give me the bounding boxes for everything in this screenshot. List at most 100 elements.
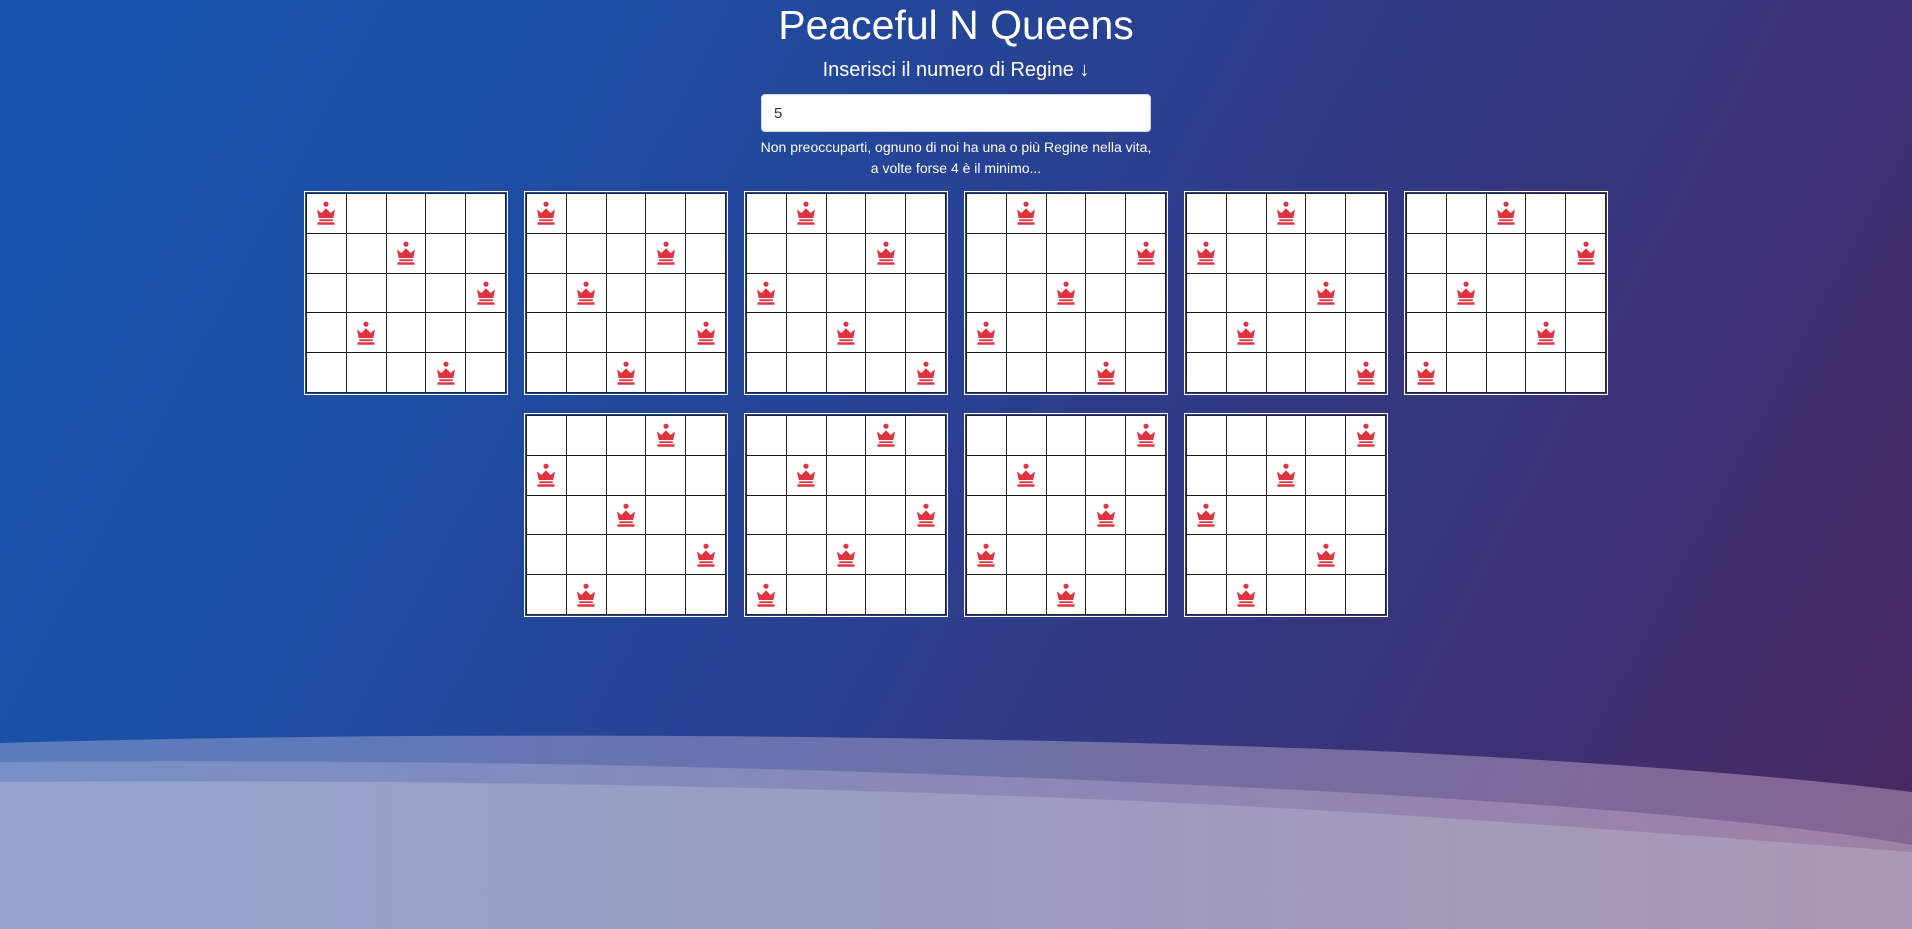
board-cell — [1086, 416, 1126, 455]
queen-icon — [653, 422, 679, 448]
board-cell — [1046, 416, 1086, 455]
board-cell — [1006, 273, 1046, 313]
board-cell — [426, 313, 466, 353]
board-cell — [747, 535, 786, 575]
board-cell — [1266, 233, 1306, 273]
board-cell — [1407, 353, 1446, 392]
board-cell — [1226, 535, 1266, 575]
board-cell — [1086, 273, 1126, 313]
board-cell — [527, 194, 566, 233]
board-cell — [866, 416, 906, 455]
board-cell — [1306, 416, 1346, 455]
board-cell — [466, 353, 505, 392]
board-cell — [1346, 353, 1385, 392]
board-cell — [1346, 455, 1385, 495]
board-cell — [646, 575, 686, 614]
queen-icon — [1313, 542, 1339, 568]
board-cell — [1126, 575, 1165, 614]
board-cell — [1266, 495, 1306, 535]
board-cell — [866, 535, 906, 575]
board-cell — [786, 233, 826, 273]
queen-icon — [1053, 582, 1079, 608]
board-cell — [466, 313, 505, 353]
queen-icon — [693, 542, 719, 568]
board-cell — [1226, 233, 1266, 273]
board-cell — [1126, 535, 1165, 575]
board-cell — [866, 273, 906, 313]
board-cell — [426, 194, 466, 233]
board-cell — [566, 313, 606, 353]
board-cell — [1046, 313, 1086, 353]
board-cell — [1187, 233, 1226, 273]
board-cell — [1266, 455, 1306, 495]
queens-count-input[interactable] — [761, 94, 1151, 132]
board-cell — [906, 455, 945, 495]
board-cell — [826, 194, 866, 233]
board-cell — [866, 313, 906, 353]
board-cell — [826, 455, 866, 495]
board-cell — [606, 313, 646, 353]
note-line-2: a volte forse 4 è il minimo... — [870, 160, 1042, 176]
board-cell — [646, 194, 686, 233]
board-cell — [1187, 495, 1226, 535]
board-cell — [606, 416, 646, 455]
board-cell — [606, 455, 646, 495]
queen-icon — [1233, 582, 1259, 608]
board-cell — [1046, 575, 1086, 614]
board-cell — [1226, 416, 1266, 455]
board-cell — [1566, 313, 1605, 353]
board-cell — [747, 273, 786, 313]
queen-icon — [833, 542, 859, 568]
queen-icon — [753, 280, 779, 306]
queen-icon — [1453, 280, 1479, 306]
board-cell — [826, 233, 866, 273]
board-cell — [866, 233, 906, 273]
board-cell — [747, 313, 786, 353]
board-cell — [1306, 233, 1346, 273]
board-cell — [566, 353, 606, 392]
board-cell — [1306, 455, 1346, 495]
board-cell — [1407, 273, 1446, 313]
solution-board-8 — [744, 413, 948, 617]
board-cell — [686, 313, 725, 353]
board-cell — [346, 233, 386, 273]
board-cell — [1407, 194, 1446, 233]
board-cell — [307, 313, 346, 353]
board-cell — [386, 273, 426, 313]
board-cell — [747, 233, 786, 273]
queen-icon — [1133, 240, 1159, 266]
board-cell — [646, 416, 686, 455]
solution-board-2 — [524, 191, 728, 395]
board-cell — [346, 273, 386, 313]
board-cell — [1006, 313, 1046, 353]
board-cell — [1126, 313, 1165, 353]
main-content: Peaceful N Queens Inserisci il numero di… — [0, 0, 1912, 617]
queen-icon — [1273, 200, 1299, 226]
queen-icon — [1093, 360, 1119, 386]
board-cell — [1266, 416, 1306, 455]
board-cell — [566, 273, 606, 313]
board-cell — [1006, 455, 1046, 495]
board-cell — [527, 416, 566, 455]
solution-board-3 — [744, 191, 948, 395]
board-cell — [606, 495, 646, 535]
board-cell — [307, 194, 346, 233]
input-wrapper — [761, 94, 1151, 132]
board-cell — [1346, 575, 1385, 614]
board-cell — [866, 455, 906, 495]
board-cell — [686, 495, 725, 535]
board-cell — [967, 313, 1006, 353]
board-cell — [566, 233, 606, 273]
board-cell — [1226, 194, 1266, 233]
queen-icon — [1233, 320, 1259, 346]
board-cell — [1446, 273, 1486, 313]
board-cell — [1226, 273, 1266, 313]
board-cell — [1187, 313, 1226, 353]
board-cell — [1346, 313, 1385, 353]
board-cell — [1086, 455, 1126, 495]
board-cell — [967, 535, 1006, 575]
board-cell — [466, 194, 505, 233]
board-cell — [527, 455, 566, 495]
board-cell — [646, 273, 686, 313]
queen-icon — [1193, 502, 1219, 528]
